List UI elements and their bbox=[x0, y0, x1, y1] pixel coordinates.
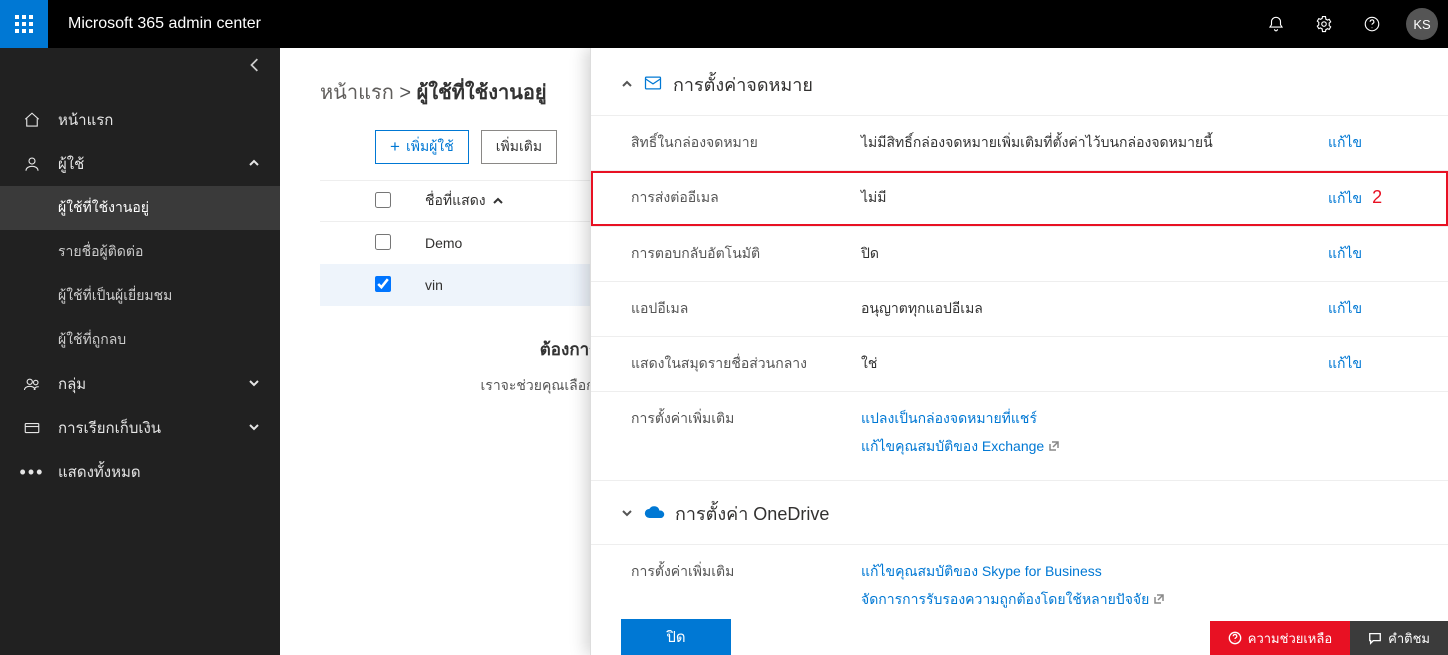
nav-users[interactable]: ผู้ใช้ bbox=[0, 142, 280, 186]
row-displayname: vin bbox=[425, 277, 443, 293]
convert-shared-mailbox-link[interactable]: แปลงเป็นกล่องจดหมายที่แชร์ bbox=[861, 408, 1328, 430]
breadcrumb-current: ผู้ใช้ที่ใช้งานอยู่ bbox=[417, 82, 547, 104]
row-checkbox[interactable] bbox=[375, 276, 391, 292]
nav-guest-users[interactable]: ผู้ใช้ที่เป็นผู้เยี่ยมชม bbox=[0, 274, 280, 318]
groups-icon bbox=[20, 375, 44, 393]
onedrive-settings-title: การตั้งค่า OneDrive bbox=[675, 499, 829, 528]
nav-home[interactable]: หน้าแรก bbox=[0, 98, 280, 142]
chevron-up-icon bbox=[248, 156, 260, 173]
nav-show-all-label: แสดงทั้งหมด bbox=[58, 460, 141, 484]
col-displayname[interactable]: ชื่อที่แสดง bbox=[425, 190, 504, 212]
notifications-icon[interactable] bbox=[1252, 0, 1300, 48]
setting-auto-reply: การตอบกลับอัตโนมัติ ปิด แก้ไข bbox=[591, 226, 1448, 281]
highlight-badge: 2 bbox=[1372, 187, 1382, 207]
app-title: Microsoft 365 admin center bbox=[48, 15, 261, 33]
nav-billing-label: การเรียกเก็บเงิน bbox=[58, 416, 161, 440]
edit-exchange-properties-link[interactable]: แก้ไขคุณสมบัติของ Exchange bbox=[861, 436, 1328, 458]
more-button[interactable]: เพิ่มเติม bbox=[481, 130, 557, 164]
user-icon bbox=[20, 155, 44, 173]
onedrive-icon bbox=[643, 504, 665, 524]
nav-contacts[interactable]: รายชื่อผู้ติดต่อ bbox=[0, 230, 280, 274]
edit-link[interactable]: แก้ไข bbox=[1328, 190, 1362, 206]
settings-icon[interactable] bbox=[1300, 0, 1348, 48]
billing-icon bbox=[20, 419, 44, 437]
chevron-down-icon bbox=[248, 376, 260, 393]
breadcrumb-home[interactable]: หน้าแรก bbox=[320, 82, 394, 104]
onedrive-settings-header[interactable]: การตั้งค่า OneDrive bbox=[591, 481, 1448, 544]
edit-link[interactable]: แก้ไข bbox=[1328, 355, 1362, 371]
mail-icon bbox=[643, 73, 663, 96]
edit-link[interactable]: แก้ไข bbox=[1328, 134, 1362, 150]
collapse-sidebar-button[interactable] bbox=[248, 58, 262, 75]
app-launcher-button[interactable] bbox=[0, 0, 48, 48]
setting-more-mail: การตั้งค่าเพิ่มเติม แปลงเป็นกล่องจดหมายท… bbox=[591, 391, 1448, 481]
chevron-up-icon bbox=[621, 77, 633, 93]
nav-active-users[interactable]: ผู้ใช้ที่ใช้งานอยู่ bbox=[0, 186, 280, 230]
nav-deleted-users[interactable]: ผู้ใช้ที่ถูกลบ bbox=[0, 318, 280, 362]
edit-link[interactable]: แก้ไข bbox=[1328, 245, 1362, 261]
nav-groups[interactable]: กลุ่ม bbox=[0, 362, 280, 406]
setting-mailbox-permissions: สิทธิ์ในกล่องจดหมาย ไม่มีสิทธิ์กล่องจดหม… bbox=[591, 115, 1448, 170]
select-all-checkbox[interactable] bbox=[375, 192, 391, 208]
mail-settings-title: การตั้งค่าจดหมาย bbox=[673, 70, 813, 99]
manage-mfa-link[interactable]: จัดการการรับรองความถูกต้องโดยใช้หลายปัจจ… bbox=[861, 589, 1328, 611]
row-displayname: Demo bbox=[425, 235, 462, 251]
more-icon: ••• bbox=[20, 469, 44, 475]
external-link-icon bbox=[1149, 591, 1165, 607]
edit-link[interactable]: แก้ไข bbox=[1328, 300, 1362, 316]
mail-settings-list: สิทธิ์ในกล่องจดหมาย ไม่มีสิทธิ์กล่องจดหม… bbox=[591, 115, 1448, 481]
nav-users-label: ผู้ใช้ bbox=[58, 152, 84, 176]
mail-settings-header[interactable]: การตั้งค่าจดหมาย bbox=[591, 48, 1448, 115]
nav-groups-label: กลุ่ม bbox=[58, 372, 86, 396]
setting-email-apps: แอปอีเมล อนุญาตทุกแอปอีเมล แก้ไข bbox=[591, 281, 1448, 336]
topbar: Microsoft 365 admin center KS bbox=[0, 0, 1448, 48]
row-checkbox[interactable] bbox=[375, 234, 391, 250]
panel-footer: ปิด ความช่วยเหลือ คำติชม bbox=[591, 615, 1448, 655]
feedback-button[interactable]: คำติชม bbox=[1350, 621, 1448, 655]
help-icon[interactable] bbox=[1348, 0, 1396, 48]
details-panel: การตั้งค่าจดหมาย สิทธิ์ในกล่องจดหมาย ไม่… bbox=[590, 48, 1448, 655]
chevron-down-icon bbox=[621, 506, 633, 522]
close-button[interactable]: ปิด bbox=[621, 619, 731, 655]
user-avatar[interactable]: KS bbox=[1406, 8, 1438, 40]
external-link-icon bbox=[1044, 438, 1060, 454]
nav-show-all[interactable]: ••• แสดงทั้งหมด bbox=[0, 450, 280, 494]
edit-skype-properties-link[interactable]: แก้ไขคุณสมบัติของ Skype for Business bbox=[861, 561, 1328, 583]
add-user-button[interactable]: +เพิ่มผู้ใช้ bbox=[375, 130, 469, 164]
help-button[interactable]: ความช่วยเหลือ bbox=[1210, 621, 1350, 655]
nav-home-label: หน้าแรก bbox=[58, 108, 113, 132]
sidebar: หน้าแรก ผู้ใช้ ผู้ใช้ที่ใช้งานอยู่ รายชื… bbox=[0, 48, 280, 655]
chevron-down-icon bbox=[248, 420, 260, 437]
home-icon bbox=[20, 111, 44, 129]
nav-billing[interactable]: การเรียกเก็บเงิน bbox=[0, 406, 280, 450]
setting-email-forwarding: การส่งต่ออีเมล ไม่มี แก้ไข2 bbox=[591, 170, 1448, 226]
setting-show-in-gal: แสดงในสมุดรายชื่อส่วนกลาง ใช่ แก้ไข bbox=[591, 336, 1448, 391]
